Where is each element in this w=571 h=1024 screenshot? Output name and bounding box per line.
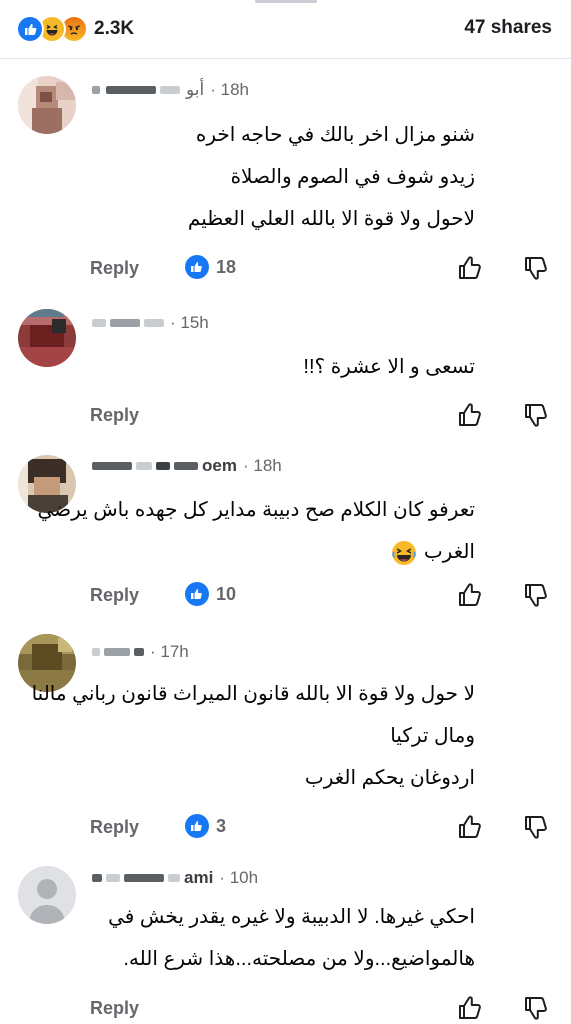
comment-like-count[interactable]: 3 (185, 814, 226, 838)
reply-button[interactable]: Reply (90, 253, 139, 283)
comment-line: احكي غيرها. لا الدبيبة ولا غيره يقدر يخش… (108, 906, 475, 928)
post-stats-bar: 2.3K 47 shares (0, 0, 571, 58)
comment-actions: Reply (0, 400, 571, 430)
thumbs-up-icon[interactable] (456, 812, 484, 842)
thumbs-up-icon[interactable] (456, 993, 484, 1023)
comment-line: الغرب (37, 531, 475, 573)
comment-author-name[interactable]: oem (202, 456, 237, 476)
comment-author-row[interactable]: أبو · 18h (92, 78, 249, 102)
comment-line: ومال تركيا (390, 725, 475, 747)
thumbs-down-icon[interactable] (522, 400, 550, 430)
reactions-summary[interactable]: 2.3K (16, 15, 134, 43)
comment-author-row[interactable]: ami · 10h (92, 866, 258, 890)
comment-line: تعرفو كان الكلام صح دبيبة مداير كل جهده … (37, 499, 475, 521)
comment-line: زيدو شوف في الصوم والصلاة (230, 166, 475, 188)
comment-line: لاحول ولا قوة الا بالله العلي العظيم (187, 208, 475, 230)
comment-line: اردوغان يحكم الغرب (304, 767, 475, 789)
thumbs-up-icon[interactable] (456, 400, 484, 430)
comment-line: لا حول ولا قوة الا بالله قانون الميراث ق… (31, 683, 475, 705)
comment-actions: Reply 3 (0, 812, 571, 842)
comment-author-name[interactable]: ami (184, 868, 213, 888)
comment-text: تعرفو كان الكلام صح دبيبة مداير كل جهده … (37, 489, 475, 573)
comment-actions: Reply (0, 993, 571, 1023)
comment-time[interactable]: · 10h (219, 868, 258, 888)
comment-text: لا حول ولا قوة الا بالله قانون الميراث ق… (32, 673, 475, 799)
like-badge-icon (185, 582, 209, 606)
reply-button[interactable]: Reply (90, 993, 139, 1023)
thumbs-up-icon[interactable] (456, 253, 484, 283)
comment-text: تسعى و الا عشرة ؟!! (303, 346, 475, 388)
comment-time[interactable]: · 18h (210, 80, 249, 100)
thumbs-up-icon[interactable] (456, 580, 484, 610)
avatar[interactable] (18, 76, 76, 134)
divider (0, 58, 571, 59)
reply-button[interactable]: Reply (90, 580, 139, 610)
reaction-count[interactable]: 2.3K (94, 18, 134, 40)
reply-button[interactable]: Reply (90, 812, 139, 842)
reply-button[interactable]: Reply (90, 400, 139, 430)
comment-text: احكي غيرها. لا الدبيبة ولا غيره يقدر يخش… (108, 896, 475, 980)
avatar[interactable] (18, 309, 76, 367)
like-badge-icon (185, 814, 209, 838)
thumbs-down-icon[interactable] (522, 812, 550, 842)
avatar[interactable] (18, 866, 76, 924)
laughing-crying-emoji-icon (390, 539, 418, 567)
like-badge-icon (185, 255, 209, 279)
comment-actions: Reply 18 (0, 253, 571, 283)
comment-line: شنو مزال اخر بالك في حاجه اخره (195, 124, 475, 146)
thumbs-down-icon[interactable] (522, 580, 550, 610)
comment-time[interactable]: · 15h (170, 313, 209, 333)
comment-line: هالمواضيع...ولا من مصلحته...هذا شرع الله… (123, 948, 475, 970)
shares-count[interactable]: 47 shares (464, 17, 552, 39)
comment-time[interactable]: · 17h (150, 642, 189, 662)
like-reaction-icon (16, 15, 44, 43)
comment-time[interactable]: · 18h (243, 456, 282, 476)
comment-author-row[interactable]: oem · 18h (92, 454, 282, 478)
comment-like-count[interactable]: 10 (185, 582, 236, 606)
comment-like-count[interactable]: 18 (185, 255, 236, 279)
comment-actions: Reply 10 (0, 580, 571, 610)
comment-author-row[interactable]: · 17h (92, 640, 189, 664)
comment-line: تسعى و الا عشرة ؟!! (303, 356, 475, 378)
thumbs-down-icon[interactable] (522, 993, 550, 1023)
comment-text: شنو مزال اخر بالك في حاجه اخره زيدو شوف … (188, 114, 475, 240)
comment-author-name[interactable]: أبو (186, 80, 204, 100)
comment-author-row[interactable]: · 15h (92, 311, 209, 335)
thumbs-down-icon[interactable] (522, 253, 550, 283)
